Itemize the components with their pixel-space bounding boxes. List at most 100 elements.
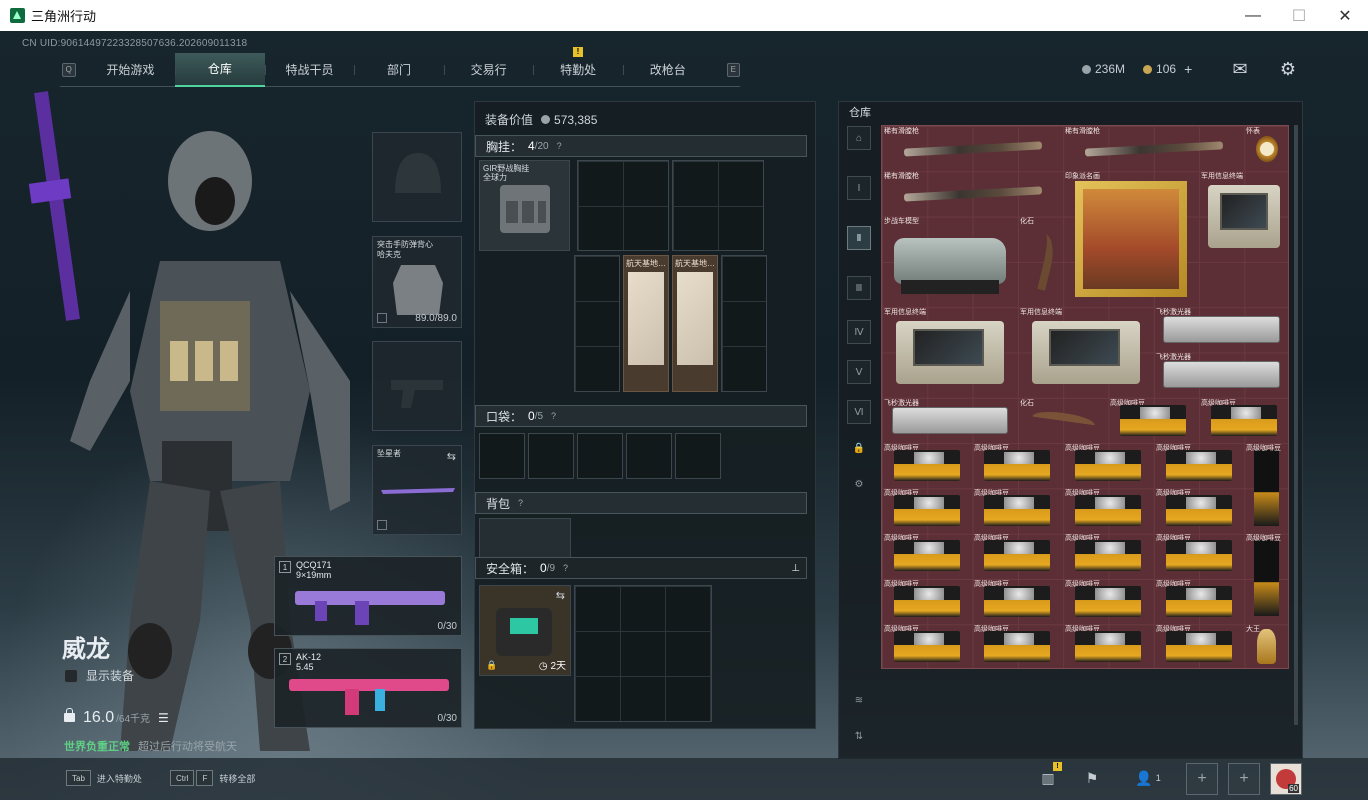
map-item-2[interactable]: 航天基地… xyxy=(672,255,718,392)
add-currency-button[interactable]: + xyxy=(1184,61,1192,77)
pocket-slot[interactable] xyxy=(479,433,525,479)
storage-item[interactable]: 高级咖啡豆 xyxy=(882,624,972,669)
show-equipment-checkbox[interactable] xyxy=(64,668,78,683)
show-equipment-toggle[interactable]: 显示装备 xyxy=(64,667,134,684)
chest-rig-grid-4[interactable] xyxy=(721,255,767,392)
storage-item[interactable]: 怀表 xyxy=(1244,126,1289,171)
storage-item[interactable]: 高级咖啡豆 xyxy=(1108,398,1198,443)
storage-item[interactable]: 高级咖啡豆 xyxy=(972,579,1062,624)
storage-item[interactable]: 高级咖啡豆 xyxy=(972,488,1062,533)
storage-item[interactable]: 高级咖啡豆 xyxy=(1154,443,1244,488)
melee-slot[interactable]: 坠星者 ⇆ xyxy=(372,445,462,535)
storage-tab-5-icon[interactable]: Ⅴ xyxy=(847,360,871,384)
storage-item[interactable]: 飞秒激光器 xyxy=(1154,307,1289,352)
storage-tab-6-icon[interactable]: Ⅵ xyxy=(847,400,871,424)
storage-item[interactable]: 步战车模型 xyxy=(882,216,1018,306)
storage-item[interactable]: 飞秒激光器 xyxy=(1154,352,1289,397)
storage-item[interactable]: 高级咖啡豆 xyxy=(1199,398,1289,443)
pocket-slot[interactable] xyxy=(675,433,721,479)
storage-item[interactable]: 化石 xyxy=(1018,398,1108,443)
transfer-all-button[interactable]: Ctrl F 转移全部 xyxy=(170,770,255,786)
help-icon[interactable]: ? xyxy=(563,563,568,573)
help-icon[interactable]: ? xyxy=(518,498,523,508)
settings-gear-icon[interactable]: ⚙ xyxy=(1277,58,1299,80)
storage-item[interactable]: 高级咖啡豆 xyxy=(1154,533,1244,578)
swap-icon[interactable]: ⇆ xyxy=(447,450,456,463)
squad-button[interactable]: 👤 1 xyxy=(1128,764,1168,792)
enter-special-ops-button[interactable]: Tab 进入特勤处 xyxy=(66,770,142,786)
pin-icon[interactable]: ⊥ xyxy=(791,563,800,574)
chest-rig-grid-3[interactable] xyxy=(574,255,620,392)
player-avatar[interactable]: 60 xyxy=(1270,763,1302,795)
storage-item[interactable]: 高级咖啡豆 xyxy=(882,488,972,533)
primary-weapon-slot-2[interactable]: 2 AK-12 5.45 0/30 xyxy=(274,648,462,728)
swap-icon[interactable]: ⇆ xyxy=(556,589,565,602)
storage-item[interactable]: 高级咖啡豆 xyxy=(1063,533,1153,578)
sort-icon[interactable]: ⇅ xyxy=(847,724,871,748)
storage-item[interactable]: 高级咖啡豆 xyxy=(1154,488,1244,533)
storage-item[interactable]: 高级咖啡豆 xyxy=(882,443,972,488)
safe-box-item[interactable]: ⇆ 🔒 ◷ 2天 xyxy=(479,585,571,676)
chest-rig-item[interactable]: GIR野战胸挂 全球力 xyxy=(479,160,570,251)
pocket-slot[interactable] xyxy=(528,433,574,479)
storage-item[interactable]: 飞秒激光器 xyxy=(882,398,1018,443)
storage-item[interactable]: 高级咖啡豆 xyxy=(1244,533,1289,623)
storage-tab-all-icon[interactable]: ⌂ xyxy=(847,126,871,150)
storage-item[interactable]: 高级咖啡豆 xyxy=(882,533,972,578)
close-button[interactable]: ✕ xyxy=(1322,0,1368,31)
storage-tab-1-icon[interactable]: Ⅰ xyxy=(847,176,871,200)
storage-item[interactable]: 高级咖啡豆 xyxy=(1063,488,1153,533)
pistol-slot[interactable] xyxy=(372,341,462,431)
invite-slot-2[interactable]: + xyxy=(1228,763,1260,795)
storage-item[interactable]: 高级咖啡豆 xyxy=(882,579,972,624)
storage-item[interactable]: 高级咖啡豆 xyxy=(1063,443,1153,488)
chest-rig-grid-1[interactable] xyxy=(577,160,669,251)
stats-chart-icon[interactable]: ▥! xyxy=(1034,762,1062,792)
storage-item[interactable]: 高级咖啡豆 xyxy=(1154,624,1244,669)
storage-grid[interactable]: 稀有滑膛枪 稀有滑膛枪 怀表 稀有滑膛枪 印象派名画 军用信息终端 步战车模型 … xyxy=(881,125,1289,669)
storage-item[interactable]: 军用信息终端 xyxy=(1199,171,1289,261)
storage-scrollbar[interactable] xyxy=(1294,125,1298,725)
storage-item[interactable]: 军用信息终端 xyxy=(882,307,1018,397)
pocket-slot[interactable] xyxy=(577,433,623,479)
storage-item[interactable]: 高级咖啡豆 xyxy=(972,443,1062,488)
storage-tab-2-icon[interactable]: Ⅱ xyxy=(847,226,871,250)
storage-item[interactable]: 高级咖啡豆 xyxy=(1063,624,1153,669)
invite-slot-1[interactable]: + xyxy=(1186,763,1218,795)
maximize-button[interactable]: ☐ xyxy=(1276,0,1322,31)
storage-item[interactable]: 稀有滑膛枪 xyxy=(1063,126,1244,171)
storage-item[interactable]: 高级咖啡豆 xyxy=(972,624,1062,669)
storage-item[interactable]: 稀有滑膛枪 xyxy=(882,126,1063,171)
safe-box-grid[interactable] xyxy=(574,585,712,722)
pocket-slot[interactable] xyxy=(626,433,672,479)
storage-item[interactable]: 稀有滑膛枪 xyxy=(882,171,1063,216)
layers-icon[interactable]: ≋ xyxy=(847,688,871,712)
storage-item[interactable]: 大王 xyxy=(1244,624,1289,669)
help-icon[interactable]: ? xyxy=(551,411,556,421)
tab-gunsmith[interactable]: 改枪台 xyxy=(622,53,713,87)
storage-lock-icon[interactable]: 🔒 xyxy=(847,436,871,460)
help-icon[interactable]: ? xyxy=(557,141,562,151)
storage-item[interactable]: 高级咖啡豆 xyxy=(1244,443,1289,533)
storage-tab-3-icon[interactable]: Ⅲ xyxy=(847,276,871,300)
armor-slot[interactable]: 突击手防弹背心 哈夫克 89.0/89.0 xyxy=(372,236,462,328)
storage-item[interactable]: 高级咖啡豆 xyxy=(972,533,1062,578)
primary-weapon-slot-1[interactable]: 1 QCQ171 9×19mm 0/30 xyxy=(274,556,462,636)
storage-settings-icon[interactable]: ⚙ xyxy=(847,472,871,496)
storage-item[interactable]: 军用信息终端 xyxy=(1018,307,1154,397)
tab-market[interactable]: 交易行 xyxy=(443,53,534,87)
mail-icon[interactable]: ✉ xyxy=(1229,58,1251,80)
storage-item[interactable]: 印象派名画 xyxy=(1063,171,1199,307)
storage-tab-4-icon[interactable]: Ⅳ xyxy=(847,320,871,344)
chest-rig-grid-2[interactable] xyxy=(672,160,764,251)
backpack-slot[interactable] xyxy=(479,518,571,558)
tab-special-ops[interactable]: 特勤处! xyxy=(533,46,623,87)
minimize-button[interactable]: — xyxy=(1230,0,1276,31)
storage-item[interactable]: 化石 xyxy=(1018,216,1063,306)
flag-icon[interactable]: ⚑ xyxy=(1078,764,1106,792)
storage-item[interactable]: 高级咖啡豆 xyxy=(1063,579,1153,624)
list-icon[interactable]: ☰ xyxy=(158,711,169,725)
map-item-1[interactable]: 航天基地… xyxy=(623,255,669,392)
storage-item[interactable]: 高级咖啡豆 xyxy=(1154,579,1244,624)
helmet-slot[interactable] xyxy=(372,132,462,222)
